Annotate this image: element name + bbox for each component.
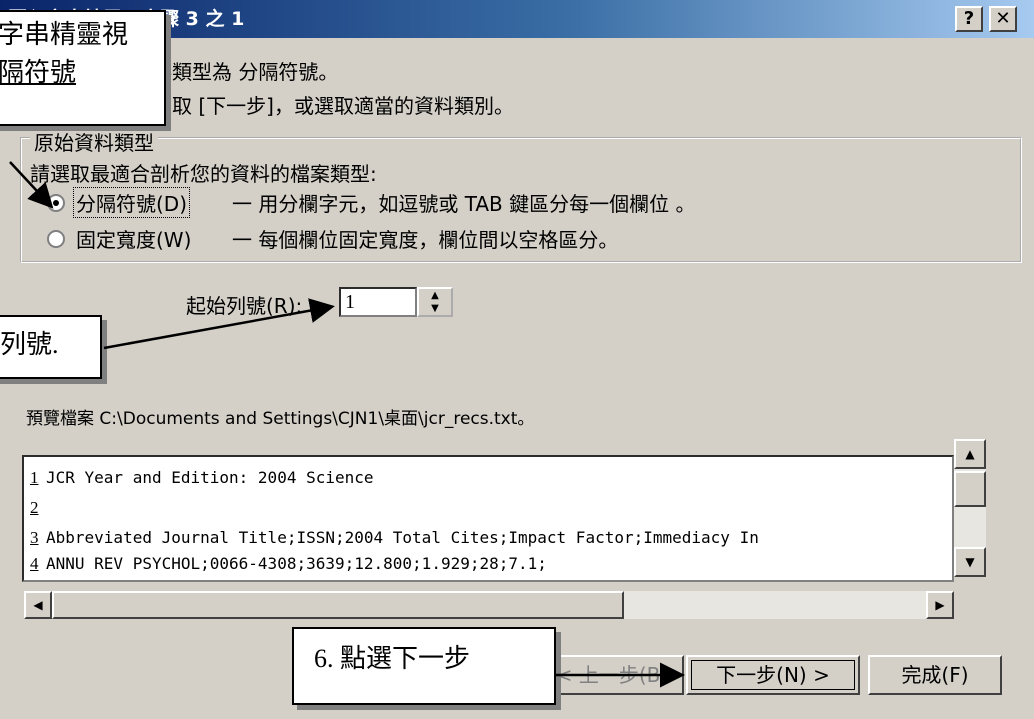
arrow-to-delimited [9, 161, 54, 209]
arrow-to-start-row [103, 298, 335, 350]
annotation-arrows [9, 161, 685, 688]
